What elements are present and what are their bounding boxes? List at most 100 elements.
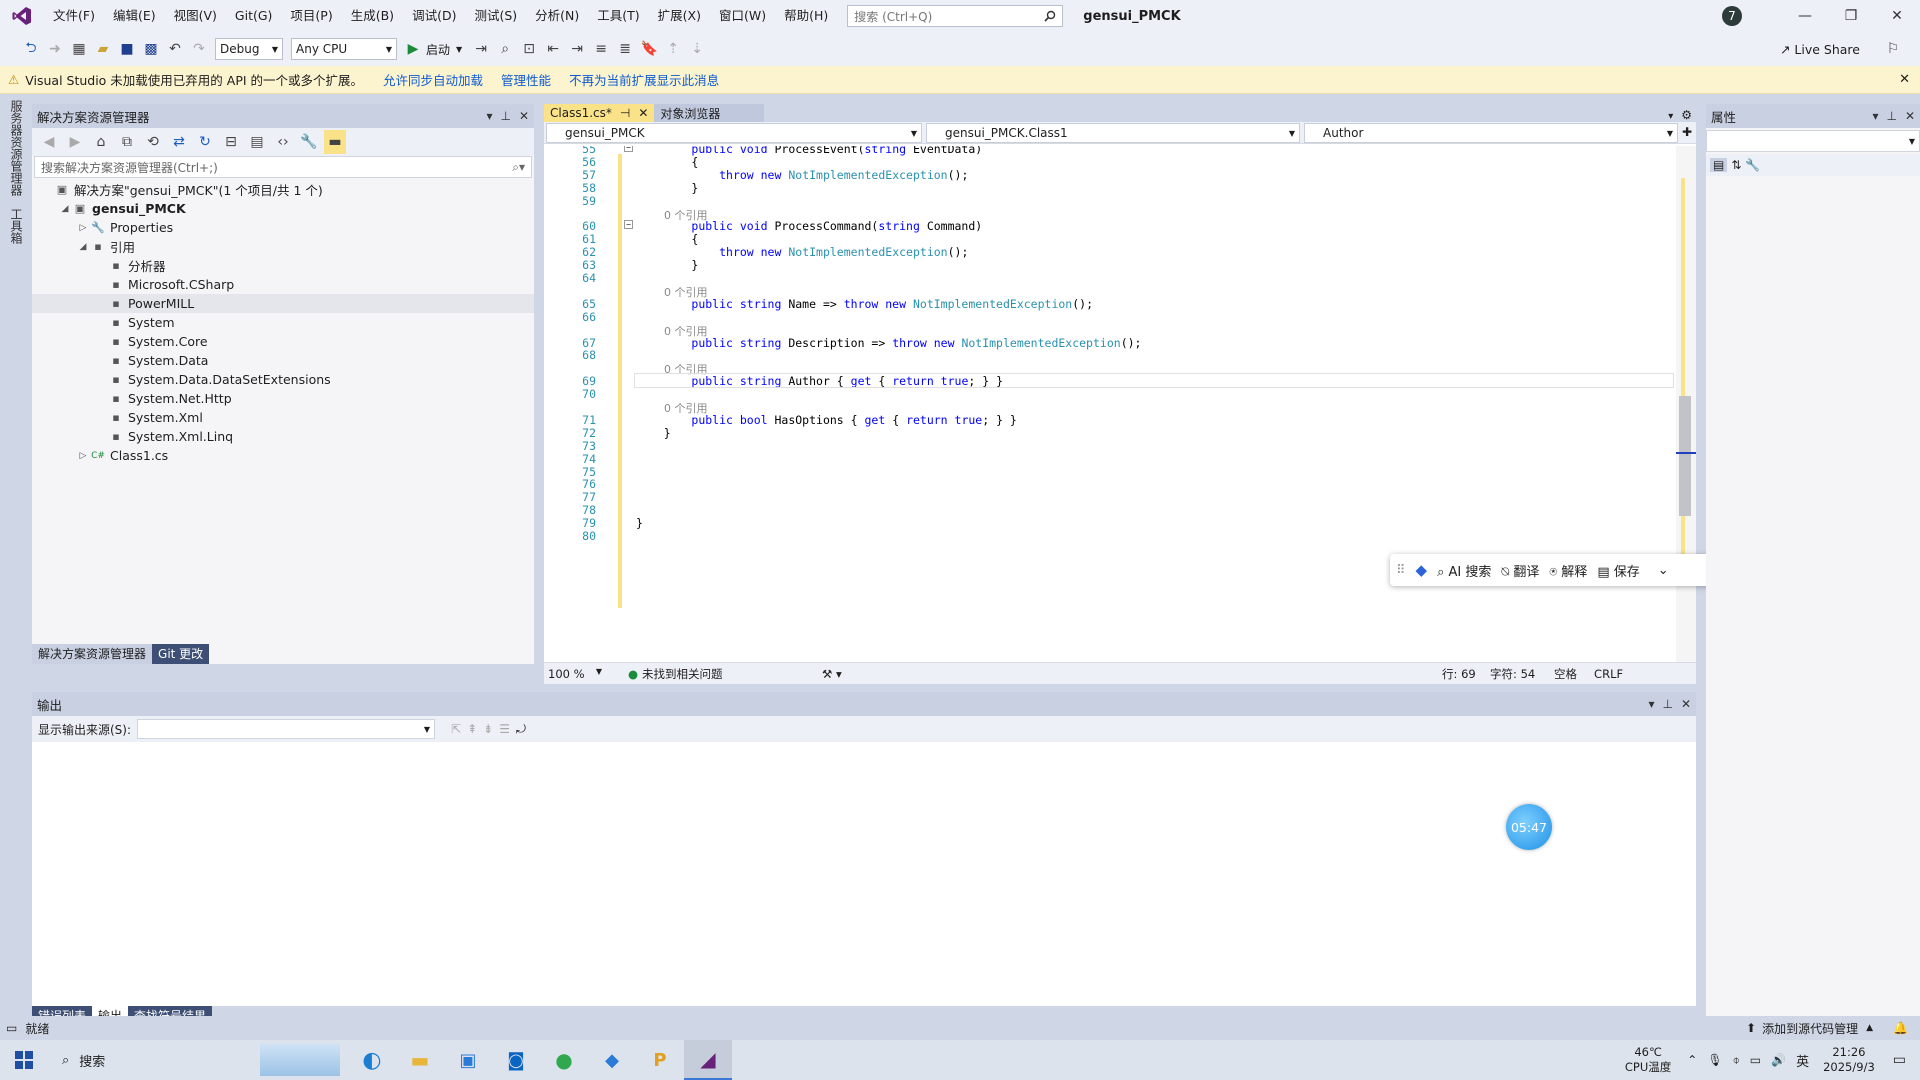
floating-timer[interactable]: 05:47 <box>1506 804 1552 850</box>
comment-icon[interactable]: ≡ <box>590 37 612 61</box>
translate-button[interactable]: ⍉ 翻译 <box>1501 561 1539 580</box>
code-line[interactable]: } <box>636 181 698 195</box>
ime-indicator[interactable]: 英 <box>1796 1051 1809 1070</box>
output-source-select[interactable]: ▼ <box>137 719 436 739</box>
tree-item[interactable]: ▣ 解决方案"gensui_PMCK"(1 个项目/共 1 个) <box>32 180 534 199</box>
close-panel-icon[interactable]: ✕ <box>1681 697 1691 711</box>
volume-icon[interactable]: 🔊 <box>1771 1053 1786 1067</box>
tree-item[interactable]: ▪ 分析器 <box>32 256 534 275</box>
code-line[interactable]: public bool HasOptions { get { return tr… <box>636 413 1016 427</box>
microphone-icon[interactable]: 🎙 <box>1707 1053 1722 1067</box>
outline-collapse-icon[interactable]: − <box>624 146 633 152</box>
line-ending[interactable]: CRLF <box>1594 667 1623 681</box>
whitespace-mode[interactable]: 空格 <box>1554 666 1594 682</box>
green-app-icon[interactable]: ● <box>540 1040 588 1080</box>
source-control-dropdown-icon[interactable]: ▲ <box>1866 1023 1873 1033</box>
code-line[interactable]: } <box>636 258 698 272</box>
tree-item[interactable]: ▪ System.Xml.Linq <box>32 427 534 446</box>
preview-icon[interactable]: ▬ <box>324 130 346 154</box>
prev-bookmark-icon[interactable]: ⇡ <box>662 37 684 61</box>
code-line[interactable]: { <box>636 155 698 169</box>
tab-solution-explorer[interactable]: 解决方案资源管理器 <box>32 644 153 664</box>
switch-views-icon[interactable]: ⧉ <box>116 130 138 154</box>
issues-status[interactable]: 未找到相关问题 <box>642 666 822 682</box>
allow-sync-load-link[interactable]: 允许同步自动加载 <box>383 70 483 89</box>
tray-chevron-up-icon[interactable]: ⌃ <box>1687 1053 1697 1067</box>
ai-search-button[interactable]: ⌕ AI 搜索 <box>1437 561 1491 580</box>
panel-menu-icon[interactable]: ▾ <box>1872 109 1878 123</box>
add-to-source-control[interactable]: 添加到源代码管理 <box>1762 1020 1858 1037</box>
menu-item[interactable]: 调试(D) <box>403 0 465 32</box>
pin-icon[interactable]: ⊥ <box>500 109 510 123</box>
back-icon[interactable]: ◀ <box>38 130 60 154</box>
tree-expander-icon[interactable]: ◢ <box>58 204 72 214</box>
zoom-select[interactable]: 100 % ▼ <box>544 667 602 681</box>
outline-collapse-icon[interactable]: − <box>624 220 633 230</box>
notifications-bell-icon[interactable]: 🔔 <box>1893 1021 1908 1035</box>
tab-class1-cs[interactable]: Class1.cs* ⊣ ✕ <box>544 104 655 122</box>
usb-icon[interactable]: ⌽ <box>1733 1053 1740 1068</box>
show-all-files-icon[interactable]: ▤ <box>246 130 268 154</box>
tree-item[interactable]: ▪ System <box>32 313 534 332</box>
undo-icon[interactable]: ↶ <box>164 37 186 61</box>
menu-item[interactable]: 工具(T) <box>588 0 648 32</box>
close-panel-icon[interactable]: ✕ <box>1905 109 1915 123</box>
close-tab-icon[interactable]: ✕ <box>638 106 648 120</box>
menu-item[interactable]: 文件(F) <box>44 0 104 32</box>
menu-item[interactable]: 扩展(X) <box>649 0 710 32</box>
member-dropdown[interactable]: Author ▼ <box>1304 123 1678 143</box>
microsoft-store-icon[interactable]: ▣ <box>444 1040 492 1080</box>
restore-button[interactable]: ❐ <box>1828 0 1874 32</box>
sync-icon[interactable]: ⇄ <box>168 130 190 154</box>
uncomment-icon[interactable]: ≣ <box>614 37 636 61</box>
menu-item[interactable]: Git(G) <box>226 0 282 32</box>
manage-performance-link[interactable]: 管理性能 <box>501 70 551 89</box>
file-explorer-icon[interactable]: ▬ <box>396 1040 444 1080</box>
code-line[interactable]: public string Name => throw new NotImple… <box>636 297 1093 311</box>
class-dropdown[interactable]: gensui_PMCK.Class1 ▼ <box>926 123 1300 143</box>
clear-all-icon[interactable]: ☰ <box>499 722 510 736</box>
pin-icon[interactable]: ⊥ <box>1662 697 1672 711</box>
network-icon[interactable]: ▭ <box>1750 1053 1761 1067</box>
prev-message-icon[interactable]: ⇞ <box>467 722 477 736</box>
split-editor-icon[interactable]: ✚ <box>1682 125 1692 140</box>
browser-link-icon[interactable]: ⇥ <box>470 37 492 61</box>
edge-browser-icon[interactable]: ◐ <box>348 1040 396 1080</box>
indent-icon[interactable]: ⇤ <box>542 37 564 61</box>
code-line[interactable]: } <box>636 516 643 530</box>
forward-icon[interactable]: ➜ <box>44 37 66 61</box>
project-dropdown[interactable]: gensui_PMCK ▼ <box>546 123 922 143</box>
tree-item[interactable]: ▷ C# Class1.cs <box>32 446 534 465</box>
code-cleanup-icon[interactable]: ⚒ ▾ <box>822 667 1442 681</box>
outlook-icon[interactable]: ◙ <box>492 1040 540 1080</box>
account-avatar[interactable]: 7 <box>1722 6 1742 26</box>
clock[interactable]: 21:26 2025/9/3 <box>1823 1045 1875 1075</box>
object-select[interactable]: ▼ <box>1706 130 1920 152</box>
bookmark-icon[interactable]: 🔖 <box>638 37 660 61</box>
code-line[interactable]: throw new NotImplementedException(); <box>636 168 968 182</box>
screenshot-icon[interactable]: ⊡ <box>518 37 540 61</box>
taskbar-search[interactable]: ⌕ 搜索 <box>48 1040 260 1080</box>
visual-studio-taskbar-icon[interactable]: ◢ <box>684 1040 732 1080</box>
save-icon[interactable]: ■ <box>116 37 138 61</box>
configuration-select[interactable]: Debug ▼ <box>215 38 283 60</box>
word-wrap-icon[interactable]: ⤾ <box>516 722 526 737</box>
code-line[interactable]: } <box>636 426 671 440</box>
tree-item[interactable]: ▪ System.Data <box>32 351 534 370</box>
menu-item[interactable]: 生成(B) <box>342 0 403 32</box>
find-in-files-icon[interactable]: ⌕ <box>494 37 516 61</box>
menu-item[interactable]: 编辑(E) <box>104 0 165 32</box>
collapse-all-icon[interactable]: ⊟ <box>220 130 242 154</box>
start-label[interactable]: 启动 <box>426 41 450 58</box>
notification-center-icon[interactable]: ▭ <box>1893 1052 1906 1068</box>
outdent-icon[interactable]: ⇥ <box>566 37 588 61</box>
home-icon[interactable]: ⌂ <box>90 130 112 154</box>
tree-item[interactable]: ▪ System.Xml <box>32 408 534 427</box>
tree-item[interactable]: ▪ System.Data.DataSetExtensions <box>32 370 534 389</box>
menu-item[interactable]: 分析(N) <box>526 0 588 32</box>
cpu-temp-widget[interactable]: 46℃ CPU温度 <box>1625 1045 1671 1075</box>
platform-select[interactable]: Any CPU ▼ <box>291 38 397 60</box>
tree-expander-icon[interactable]: ▷ <box>76 451 90 461</box>
windows-start-icon[interactable] <box>0 1040 48 1080</box>
pin-icon[interactable]: ⊣ <box>620 106 630 120</box>
